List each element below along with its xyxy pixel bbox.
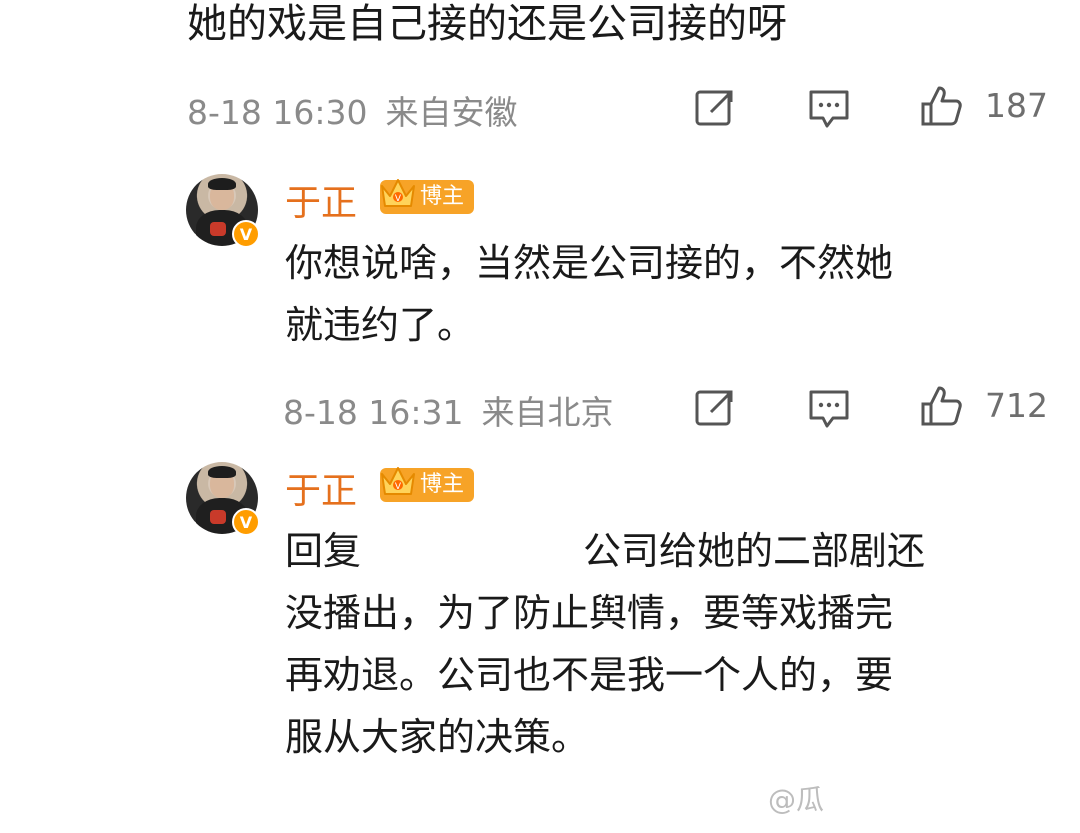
comment-icon[interactable] bbox=[807, 86, 851, 130]
v-badge-icon: V bbox=[232, 220, 260, 248]
blogger-badge-label: 博主 bbox=[420, 184, 465, 209]
blogger-badge-label: 博主 bbox=[420, 472, 465, 497]
post-meta: 8-18 16:30 来自安徽 bbox=[187, 86, 518, 134]
crown-icon: V bbox=[378, 172, 418, 216]
thumbs-up-icon[interactable] bbox=[919, 84, 963, 128]
reply-line-part: 公司给她的二部剧还 bbox=[583, 529, 926, 573]
repost-icon[interactable] bbox=[693, 386, 737, 430]
reply-line: 没播出，为了防止舆情，要等戏播完 bbox=[285, 591, 894, 635]
blogger-badge: V 博主 bbox=[380, 179, 475, 214]
reply-location: 来自北京 bbox=[481, 393, 614, 432]
avatar-hair bbox=[208, 178, 236, 190]
post-time: 8-18 16:30 bbox=[187, 93, 368, 132]
v-badge-icon: V bbox=[232, 508, 260, 536]
reply-meta: 8-18 16:31 来自北京 bbox=[283, 386, 614, 434]
blogger-badge: V 博主 bbox=[380, 467, 475, 502]
watermark: @瓜 bbox=[768, 783, 825, 816]
thumbs-up-icon[interactable] bbox=[919, 384, 963, 428]
post-location: 来自安徽 bbox=[385, 93, 518, 132]
like-count: 187 bbox=[985, 86, 1048, 125]
username[interactable]: 于正 bbox=[285, 462, 357, 514]
reply-text: 回复 公司给她的二部剧还 没播出，为了防止舆情，要等戏播完 再劝退。公司也不是我一… bbox=[285, 520, 925, 768]
repost-icon[interactable] bbox=[693, 86, 737, 130]
reply-line: 回复 公司给她的二部剧还 bbox=[285, 520, 925, 582]
post-text: 她的戏是自己接的还是公司接的呀 bbox=[187, 1, 787, 47]
avatar-scarf bbox=[210, 510, 226, 524]
avatar-scarf bbox=[210, 222, 226, 236]
crown-icon: V bbox=[378, 460, 418, 504]
reply-line: 再劝退。公司也不是我一个人的，要 bbox=[285, 653, 894, 697]
reply-line: 你想说啥，当然是公司接的，不然她 bbox=[285, 241, 894, 285]
comment-icon[interactable] bbox=[807, 386, 851, 430]
reply-time: 8-18 16:31 bbox=[283, 393, 464, 432]
username[interactable]: 于正 bbox=[285, 174, 357, 226]
svg-text:V: V bbox=[395, 194, 402, 204]
like-count: 712 bbox=[985, 386, 1048, 425]
reply-prefix: 回复 bbox=[285, 529, 362, 573]
reply-line: 服从大家的决策。 bbox=[285, 715, 590, 759]
svg-text:V: V bbox=[395, 482, 402, 492]
reply-line: 就违约了。 bbox=[285, 303, 476, 347]
reply-text: 你想说啥，当然是公司接的，不然她 就违约了。 bbox=[285, 232, 893, 356]
avatar-hair bbox=[208, 466, 236, 478]
